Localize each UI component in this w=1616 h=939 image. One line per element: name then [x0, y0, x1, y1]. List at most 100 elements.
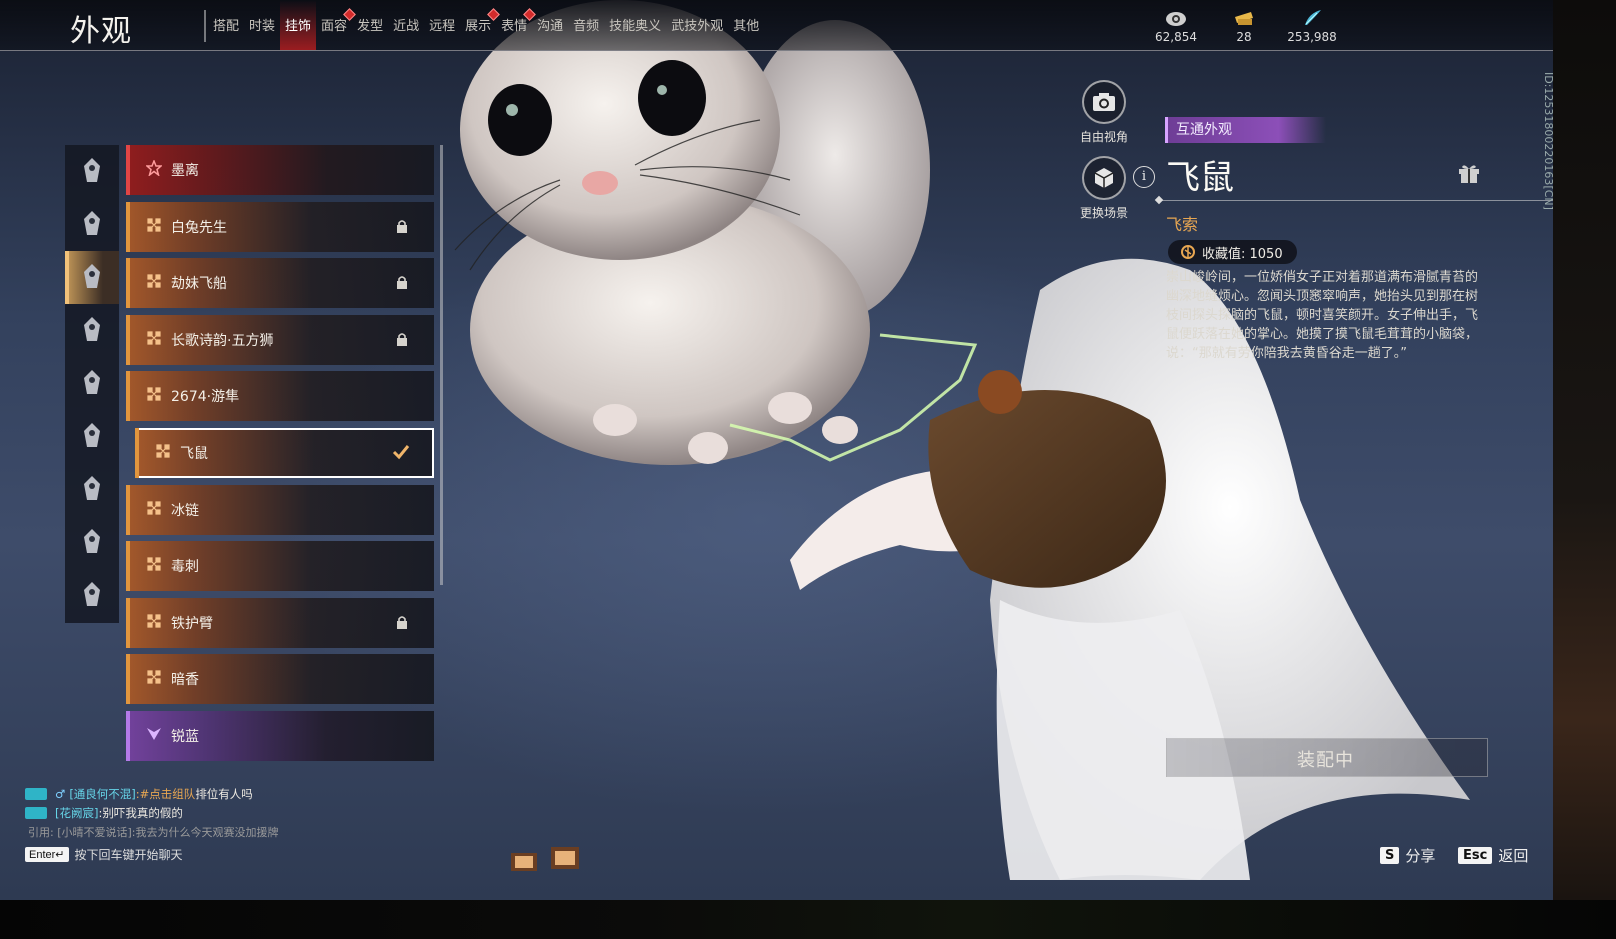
- tab-9[interactable]: 沟通: [532, 0, 568, 50]
- item-name: 白兔先生: [171, 219, 227, 236]
- tab-3[interactable]: 面容: [316, 0, 356, 50]
- tab-0[interactable]: 搭配: [208, 0, 244, 50]
- tab-4[interactable]: 发型: [352, 0, 388, 50]
- item-name: 铁护臂: [171, 615, 213, 632]
- back-label: 返回: [1498, 847, 1529, 865]
- change-scene-button[interactable]: 更换场景: [1068, 156, 1140, 221]
- item-card[interactable]: 铁护臂: [126, 597, 434, 648]
- camera-icon: [1082, 80, 1126, 124]
- item-card[interactable]: 暗香: [126, 654, 434, 705]
- chat-team-link[interactable]: :#点击组队: [136, 786, 196, 802]
- tab-6[interactable]: 远程: [424, 0, 460, 50]
- item-card[interactable]: 劫妹飞船: [126, 258, 434, 309]
- item-card[interactable]: 长歌诗韵·五方狮: [126, 314, 434, 365]
- tab-label: 沟通: [537, 19, 564, 34]
- title-divider-line: [1160, 200, 1553, 201]
- free-view-button[interactable]: 自由视角: [1068, 80, 1140, 145]
- gold-rarity-icon: [126, 669, 171, 689]
- currency-value: 28: [1236, 30, 1252, 44]
- category-tab-6[interactable]: [65, 463, 119, 516]
- tab-bar: 搭配 时装 挂饰 面容 发型 近战 远程 展示 表情 沟通 音频 技能奥义 武技外观 其他: [208, 0, 764, 50]
- item-list-scrollbar[interactable]: [440, 145, 443, 585]
- category-tab-2[interactable]: [65, 251, 119, 304]
- item-name: 劫妹飞船: [171, 276, 227, 293]
- chat-sender[interactable]: [花阙宸]: [55, 805, 98, 821]
- male-icon: ♂: [55, 786, 66, 801]
- share-label: 分享: [1405, 847, 1436, 865]
- esc-key-icon: Esc: [1458, 847, 1493, 864]
- purple-rarity-icon: [126, 726, 171, 746]
- currency-0[interactable]: 62,854: [1150, 6, 1202, 44]
- category-tab-4[interactable]: [65, 357, 119, 410]
- tab-label: 音频: [573, 19, 600, 34]
- team-channel-icon: [25, 806, 47, 819]
- chat-box[interactable]: ♂ [通良何不混] :#点击组队 排位有人吗 [花阙宸] :别吓我真的假的 引用…: [25, 784, 279, 841]
- helmet-icon: [80, 156, 104, 188]
- category-tab-8[interactable]: [65, 569, 119, 622]
- hand-accessory-icon: [80, 262, 104, 294]
- quick-slot-icons[interactable]: [507, 843, 587, 873]
- item-description: 崇山峻岭间，一位娇俏女子正对着那道满布滑腻青苔的幽深地缝烦心。忽闻头顶窸窣响声，…: [1166, 270, 1479, 361]
- item-name: 毒刺: [171, 559, 199, 576]
- team-channel-icon: [25, 787, 47, 800]
- feather-icon: [1301, 9, 1323, 27]
- tab-5[interactable]: 近战: [388, 0, 424, 50]
- tab-1[interactable]: 时装: [244, 0, 280, 50]
- chat-message: [花阙宸] :别吓我真的假的: [25, 803, 279, 822]
- tab-7[interactable]: 展示: [460, 0, 500, 50]
- tab-2[interactable]: 挂饰: [280, 0, 317, 50]
- chat-hint: Enter↵ 按下回车键开始聊天: [25, 846, 183, 863]
- free-view-label: 自由视角: [1079, 130, 1128, 144]
- gold-rarity-icon: [126, 217, 171, 237]
- star-rarity-icon: [126, 158, 171, 180]
- item-card[interactable]: 墨离: [126, 145, 434, 195]
- gift-icon[interactable]: [1457, 161, 1481, 185]
- item-name: 锐蓝: [171, 728, 199, 745]
- chat-sender[interactable]: [通良何不混]: [69, 786, 135, 802]
- collect-value-pill: 收藏值: 1050: [1168, 240, 1297, 264]
- tab-11[interactable]: 技能奥义: [604, 0, 666, 50]
- category-tab-1[interactable]: [65, 198, 119, 251]
- tab-10[interactable]: 音频: [568, 0, 604, 50]
- item-card[interactable]: 冰链: [126, 484, 434, 535]
- equip-status-label: 装配中: [1297, 750, 1354, 771]
- item-name: 暗香: [171, 672, 199, 689]
- enter-key-icon: Enter↵: [25, 847, 69, 862]
- item-card[interactable]: 毒刺: [126, 541, 434, 592]
- equip-status-button[interactable]: 装配中: [1166, 738, 1488, 777]
- bow-icon: [80, 527, 104, 559]
- item-card[interactable]: 2674·游隼: [126, 371, 434, 422]
- category-tab-7[interactable]: [65, 516, 119, 569]
- back-hotkey[interactable]: Esc 返回: [1458, 845, 1528, 866]
- gold-rarity-icon: [126, 613, 171, 633]
- tab-8[interactable]: 表情: [496, 0, 537, 50]
- category-tab-5[interactable]: [65, 410, 119, 463]
- tab-label: 近战: [393, 19, 420, 34]
- chat-text: 排位有人吗: [195, 786, 253, 801]
- chat-message: ♂ [通良何不混] :#点击组队 排位有人吗: [25, 784, 279, 803]
- category-sidebar: [65, 145, 119, 623]
- tab-label: 展示: [465, 19, 492, 34]
- category-tab-0[interactable]: [65, 145, 119, 198]
- tab-label: 远程: [429, 19, 456, 34]
- coin-eye-icon: [1165, 9, 1187, 27]
- tab-12[interactable]: 武技外观: [666, 0, 728, 50]
- tab-label: 时装: [249, 19, 276, 34]
- share-hotkey[interactable]: S 分享: [1380, 845, 1435, 866]
- currency-1[interactable]: 28: [1218, 6, 1270, 44]
- title-divider: [204, 10, 206, 42]
- demon-mask-icon: [80, 580, 104, 612]
- tab-13[interactable]: 其他: [728, 0, 764, 50]
- collect-icon: [1181, 245, 1195, 259]
- item-name: 飞鼠: [180, 445, 208, 462]
- info-icon[interactable]: i: [1133, 166, 1155, 188]
- gold-rarity-icon: [126, 556, 171, 576]
- item-card[interactable]: 白兔先生: [126, 201, 434, 252]
- category-tab-3[interactable]: [65, 304, 119, 357]
- chat-quote: 引用: [小晴不爱说话]:我去为什么今天观赛没加援牌: [25, 822, 279, 841]
- item-card[interactable]: 锐蓝: [126, 710, 434, 761]
- gold-rarity-icon: [126, 386, 171, 406]
- item-card[interactable]: 飞鼠: [135, 427, 434, 478]
- currency-2[interactable]: 253,988: [1286, 6, 1338, 44]
- item-title: 飞鼠: [1166, 158, 1234, 198]
